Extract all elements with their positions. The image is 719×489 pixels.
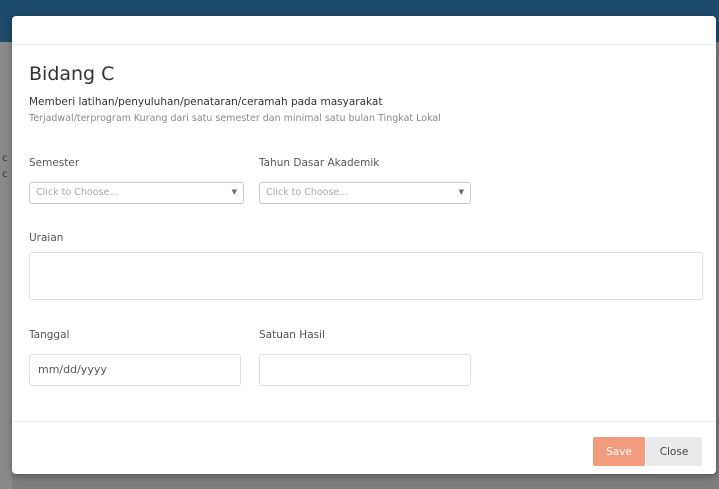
background-text: c	[2, 169, 8, 180]
caret-down-icon: ▼	[458, 188, 464, 196]
semester-placeholder: Click to Choose...	[36, 187, 119, 198]
tahun-placeholder: Click to Choose...	[266, 187, 349, 198]
background-page: c c	[0, 42, 12, 489]
modal-footer-divider	[12, 421, 716, 422]
tahun-select[interactable]: Click to Choose... ▼	[259, 182, 471, 204]
modal-title: Bidang C	[29, 63, 115, 85]
close-button[interactable]: Close	[646, 437, 702, 466]
tahun-label: Tahun Dasar Akademik	[259, 157, 380, 169]
background-text: c	[2, 153, 8, 164]
uraian-textarea[interactable]	[29, 252, 703, 300]
tanggal-label: Tanggal	[29, 329, 70, 341]
caret-down-icon: ▼	[231, 188, 237, 196]
modal-header	[12, 16, 716, 45]
modal-subdescription: Terjadwal/terprogram Kurang dari satu se…	[29, 113, 441, 124]
satuan-hasil-label: Satuan Hasil	[259, 329, 325, 341]
satuan-hasil-input[interactable]	[259, 354, 471, 386]
tanggal-placeholder: mm/dd/yyyy	[38, 363, 107, 376]
modal-description: Memberi latihan/penyuluhan/penataran/cer…	[29, 96, 383, 108]
save-button[interactable]: Save	[593, 437, 645, 466]
uraian-label: Uraian	[29, 232, 64, 244]
semester-label: Semester	[29, 157, 80, 169]
semester-select[interactable]: Click to Choose... ▼	[29, 182, 244, 204]
modal-dialog: Bidang C Memberi latihan/penyuluhan/pena…	[12, 16, 716, 474]
tanggal-date-input[interactable]: mm/dd/yyyy	[29, 354, 241, 386]
